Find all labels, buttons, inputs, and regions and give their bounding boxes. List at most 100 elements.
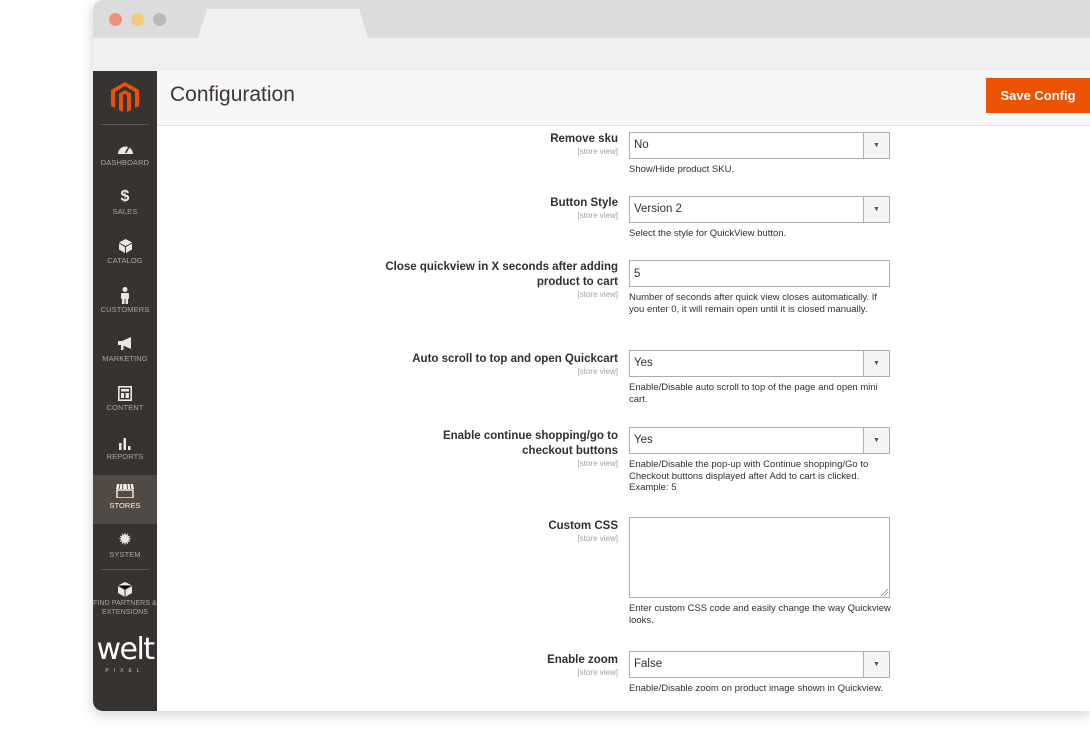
button-style-select[interactable]: Version 2 ▼ [629,196,890,223]
field-label: Custom CSS [548,520,618,532]
browser-window: DASHBOARD $ SALES CATALOG CUSTOMERS MARK… [93,0,1090,711]
field-note: Number of seconds after quick view close… [629,292,877,315]
sidebar-item-label: CONTENT [106,403,144,412]
select-value: Yes [634,434,653,446]
field-label-group: Button Style [store view] [378,196,618,221]
sidebar-item-reports[interactable]: REPORTS [93,426,157,475]
sidebar-item-label: SYSTEM [109,550,141,559]
storefront-icon [93,481,157,501]
resize-handle-icon[interactable] [881,589,888,596]
close-quickview-seconds-input[interactable] [629,260,890,287]
sidebar-item-label: CATALOG [107,256,143,265]
field-label-group: Enable continue shopping/go to checkout … [438,429,618,469]
field-label-group: Close quickview in X seconds after addin… [378,260,618,300]
dropdown-arrow-icon[interactable]: ▼ [863,428,889,453]
bar-chart-icon [93,432,157,452]
auto-scroll-select[interactable]: Yes ▼ [629,350,890,377]
field-note: Enter custom CSS code and easily change … [629,603,891,626]
custom-css-textarea[interactable] [629,517,890,598]
sidebar-item-label: DASHBOARD [100,158,150,167]
field-label: Auto scroll to top and open Quickcart [412,353,618,365]
browser-title-bar [93,0,1090,38]
scope-label: [store view] [577,459,618,468]
browser-tab[interactable] [198,9,368,38]
dropdown-arrow-icon[interactable]: ▼ [863,351,889,376]
field-label-group: Custom CSS [store view] [378,519,618,544]
sidebar-item-stores[interactable]: STORES [93,475,157,524]
box-icon [93,236,157,256]
select-value: Yes [634,357,653,369]
window-controls [109,13,166,26]
scope-label: [store view] [577,534,618,543]
scope-label: [store view] [577,147,618,156]
field-control: Enter custom CSS code and easily change … [629,517,891,626]
brand-subtitle: PIXEL [105,668,145,674]
field-note: Enable/Disable zoom on product image sho… [629,683,883,694]
dollar-icon: $ [120,188,130,205]
select-value: No [634,139,649,151]
dropdown-arrow-icon[interactable]: ▼ [863,197,889,222]
admin-sidebar: DASHBOARD $ SALES CATALOG CUSTOMERS MARK… [93,71,157,711]
field-label: Button Style [550,197,618,209]
field-control: No ▼ Show/Hide product SKU. [629,132,890,176]
field-label: Close quickview in X seconds after addin… [385,261,618,288]
scope-label: [store view] [577,668,618,677]
remove-sku-select[interactable]: No ▼ [629,132,890,159]
field-control: Number of seconds after quick view close… [629,260,890,315]
magento-logo-icon[interactable] [110,82,140,114]
sidebar-item-customers[interactable]: CUSTOMERS [93,279,157,328]
dropdown-arrow-icon[interactable]: ▼ [863,652,889,677]
sidebar-item-label: STORES [109,501,141,510]
field-note: Enable/Disable auto scroll to top of the… [629,382,878,405]
sidebar-item-system[interactable]: ✹ SYSTEM [93,524,157,573]
sidebar-item-catalog[interactable]: CATALOG [93,230,157,279]
page-title: Configuration [170,83,295,106]
scope-label: [store view] [577,211,618,220]
weltpixel-logo: welt PIXEL [93,632,157,675]
enable-zoom-select[interactable]: False ▼ [629,651,890,678]
save-config-button[interactable]: Save Config [986,78,1090,113]
close-window-dot[interactable] [109,13,122,26]
field-label-group: Remove sku [store view] [378,132,618,157]
field-label-group: Enable zoom [store view] [378,653,618,678]
scope-label: [store view] [577,367,618,376]
megaphone-icon [93,334,157,354]
field-note: Show/Hide product SKU. [629,164,735,175]
field-label: Remove sku [550,133,618,145]
brand-wordmark: welt [96,632,155,667]
sidebar-item-dashboard[interactable]: DASHBOARD [93,132,157,181]
sidebar-item-marketing[interactable]: MARKETING [93,328,157,377]
select-value: Version 2 [634,203,682,215]
person-icon [93,285,157,305]
dashboard-icon [93,138,157,158]
cube-icon [93,579,157,599]
continue-shopping-select[interactable]: Yes ▼ [629,427,890,454]
field-control: False ▼ Enable/Disable zoom on product i… [629,651,890,695]
sidebar-item-label: CUSTOMERS [100,305,150,314]
gear-icon: ✹ [117,530,133,549]
page-header: Configuration Save Config [157,71,1090,126]
config-form: Remove sku [store view] No ▼ Show/Hide p… [157,127,1090,711]
field-note: Select the style for QuickView button. [629,228,787,239]
browser-toolbar [93,38,1090,71]
sidebar-item-sales[interactable]: $ SALES [93,181,157,230]
field-control: Yes ▼ Enable/Disable the pop-up with Con… [629,427,890,494]
select-value: False [634,658,663,670]
sidebar-item-find-partners[interactable]: FIND PARTNERS & EXTENSIONS [93,573,157,623]
sidebar-item-label: FIND PARTNERS & EXTENSIONS [93,600,157,616]
field-label-group: Auto scroll to top and open Quickcart [s… [378,352,618,377]
layout-icon [93,383,157,403]
sidebar-item-label: SALES [112,207,138,216]
sidebar-item-label: MARKETING [102,354,148,363]
minimize-window-dot[interactable] [131,13,144,26]
sidebar-item-label: REPORTS [106,452,144,461]
sidebar-item-content[interactable]: CONTENT [93,377,157,426]
sidebar-divider [101,569,149,570]
field-label: Enable continue shopping/go to checkout … [442,430,618,457]
dropdown-arrow-icon[interactable]: ▼ [863,133,889,158]
field-control: Yes ▼ Enable/Disable auto scroll to top … [629,350,890,405]
maximize-window-dot[interactable] [153,13,166,26]
field-control: Version 2 ▼ Select the style for QuickVi… [629,196,890,240]
scope-label: [store view] [577,290,618,299]
field-label: Enable zoom [547,654,618,666]
